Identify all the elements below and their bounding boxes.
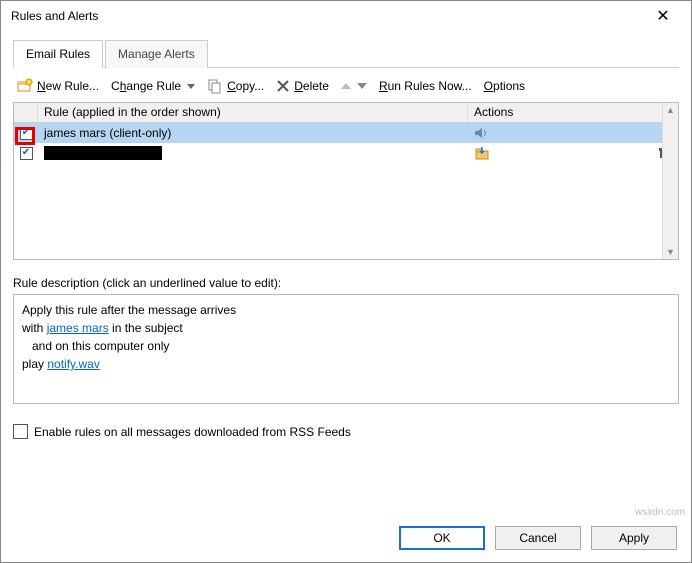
window-title: Rules and Alerts: [11, 9, 98, 23]
rule-actions-cell: [468, 126, 678, 140]
copy-icon: [207, 78, 223, 94]
rule-checkbox[interactable]: ✔: [20, 127, 33, 140]
description-label: Rule description (click an underlined va…: [13, 276, 679, 290]
column-rule-header[interactable]: Rule (applied in the order shown): [38, 103, 468, 122]
options-label: Options: [484, 79, 525, 93]
options-button[interactable]: Options: [484, 79, 525, 93]
apply-button[interactable]: Apply: [591, 526, 677, 550]
rules-list-header: Rule (applied in the order shown) Action…: [14, 103, 678, 123]
rule-checkbox-cell: ✔: [14, 127, 38, 140]
rule-row[interactable]: ✔ james mars (client-only): [14, 123, 678, 143]
rule-actions-cell: [468, 145, 678, 161]
rss-feeds-option: Enable rules on all messages downloaded …: [13, 424, 679, 439]
delete-label: Delete: [294, 79, 329, 93]
move-to-folder-icon: [474, 145, 490, 161]
watermark: wsxdn.com: [635, 507, 685, 518]
change-rule-button[interactable]: Change Rule: [111, 79, 195, 93]
toolbar: New Rule... Change Rule Copy... Delete: [13, 68, 679, 102]
rule-name-cell: james mars (client-only): [38, 126, 468, 140]
dropdown-caret-icon: [187, 84, 195, 89]
scroll-down-icon[interactable]: ▼: [666, 245, 675, 259]
rule-checkbox-cell: ✔: [14, 147, 38, 160]
rule-row[interactable]: ✔: [14, 143, 678, 163]
copy-button[interactable]: Copy...: [207, 78, 264, 94]
rss-checkbox[interactable]: [13, 424, 28, 439]
close-button[interactable]: ✕: [643, 6, 683, 26]
tab-manage-alerts[interactable]: Manage Alerts: [105, 40, 208, 68]
rss-checkbox-label: Enable rules on all messages downloaded …: [34, 425, 351, 439]
column-checkbox: [14, 103, 38, 122]
rules-scrollbar[interactable]: ▲ ▼: [662, 103, 678, 259]
titlebar: Rules and Alerts ✕: [1, 1, 691, 31]
copy-label: Copy...: [227, 79, 264, 93]
run-rules-now-button[interactable]: Run Rules Now...: [379, 79, 472, 93]
description-line: and on this computer only: [22, 337, 670, 355]
scroll-up-icon[interactable]: ▲: [666, 103, 675, 117]
cancel-button[interactable]: Cancel: [495, 526, 581, 550]
sound-icon: [474, 126, 488, 140]
delete-icon: [276, 79, 290, 93]
rules-list: Rule (applied in the order shown) Action…: [13, 102, 679, 260]
run-rules-now-label: Run Rules Now...: [379, 79, 472, 93]
move-up-button[interactable]: [341, 83, 351, 89]
change-rule-label: Change Rule: [111, 79, 181, 93]
column-actions-header[interactable]: Actions: [468, 103, 678, 122]
description-line: play notify.wav: [22, 355, 670, 373]
rules-and-alerts-dialog: Rules and Alerts ✕ Email Rules Manage Al…: [0, 0, 692, 563]
move-down-button[interactable]: [357, 83, 367, 89]
tab-email-rules[interactable]: Email Rules: [13, 40, 103, 68]
dialog-buttons: OK Cancel Apply: [399, 526, 677, 550]
delete-button[interactable]: Delete: [276, 79, 329, 93]
tab-label: Email Rules: [26, 47, 90, 61]
rule-checkbox[interactable]: ✔: [20, 147, 33, 160]
new-rule-label: New Rule...: [37, 79, 99, 93]
rule-condition-link[interactable]: james mars: [47, 321, 109, 335]
dialog-content: Email Rules Manage Alerts New Rule... Ch…: [1, 31, 691, 439]
redacted-text: [44, 146, 162, 160]
description-box: Apply this rule after the message arrive…: [13, 294, 679, 404]
rule-name-cell: [38, 146, 468, 160]
tab-strip: Email Rules Manage Alerts: [13, 39, 679, 68]
description-line: Apply this rule after the message arrive…: [22, 301, 670, 319]
rule-name: james mars (client-only): [44, 126, 171, 140]
description-line: with james mars in the subject: [22, 319, 670, 337]
rule-action-link[interactable]: notify.wav: [47, 357, 99, 371]
tab-label: Manage Alerts: [118, 47, 195, 61]
move-up-down-group: [341, 83, 367, 89]
new-rule-button[interactable]: New Rule...: [17, 78, 99, 94]
ok-button[interactable]: OK: [399, 526, 485, 550]
new-rule-icon: [17, 78, 33, 94]
